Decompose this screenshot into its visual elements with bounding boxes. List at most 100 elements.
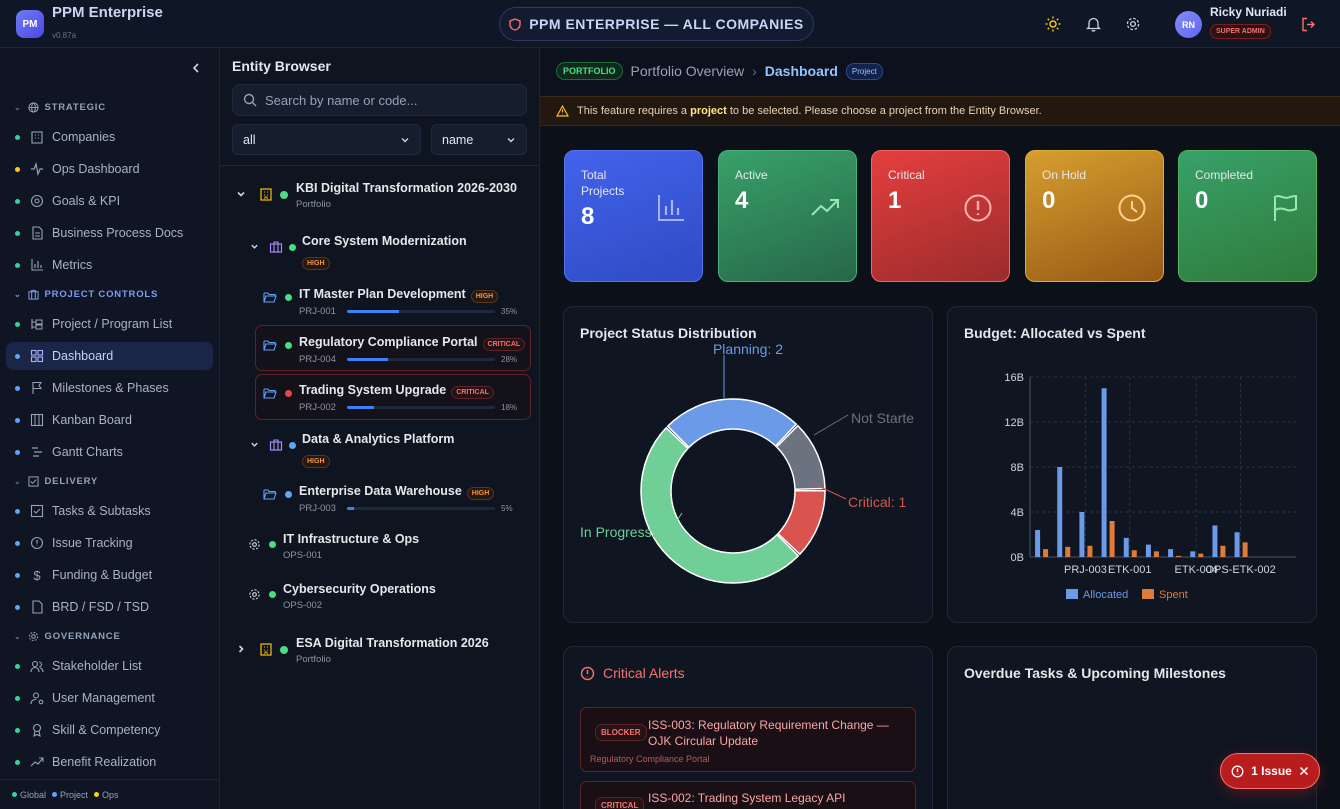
tree-item-portfolio[interactable]: ESA Digital Transformation 2026 Portfolio: [236, 636, 489, 665]
chevron-right-icon: ›: [752, 63, 757, 79]
folder-open-icon: [263, 489, 277, 500]
users-icon: [30, 660, 44, 673]
alert-project: Regulatory Compliance Portal: [590, 754, 710, 764]
sidebar-item-companies[interactable]: Companies: [6, 123, 213, 151]
alert-item[interactable]: CRITICAL ISS-002: Trading System Legacy …: [580, 781, 916, 809]
warning-text-pre: This feature requires a: [577, 105, 691, 117]
breadcrumb-portfolio-badge[interactable]: PORTFOLIO: [556, 62, 623, 80]
chevron-down-icon: [237, 191, 245, 197]
search-input[interactable]: [265, 92, 505, 108]
sort-select[interactable]: name: [431, 124, 527, 155]
project-code: PRJ-002: [299, 402, 336, 413]
section-governance[interactable]: ⌄ GOVERNANCE: [14, 631, 121, 642]
sidebar-item-skill-competency[interactable]: Skill & Competency: [6, 716, 213, 744]
section-strategic[interactable]: ⌄ STRATEGIC: [14, 102, 106, 113]
project-code: PRJ-001: [299, 306, 336, 317]
scope-dot-project: [15, 353, 20, 359]
sidebar-item-milestones[interactable]: Milestones & Phases: [6, 374, 213, 402]
stat-card-critical[interactable]: Critical 1: [871, 150, 1010, 282]
bar-allocated: [1145, 544, 1151, 557]
budget-panel: Budget: Allocated vs Spent 0B 4B 8B 12B 16B P…: [947, 306, 1317, 623]
tree-item-name: IT Infrastructure & Ops: [283, 532, 420, 546]
bar-allocated: [1123, 537, 1129, 557]
tree-item-name: Cybersecurity Operations: [283, 582, 436, 596]
sidebar-item-issue-tracking[interactable]: Issue Tracking: [6, 529, 213, 557]
sidebar-item-stakeholder-list[interactable]: Stakeholder List: [6, 652, 213, 680]
sidebar-item-ops-dashboard[interactable]: Ops Dashboard: [6, 155, 213, 183]
bell-icon[interactable]: [1083, 14, 1103, 34]
tree-item-name: Enterprise Data Warehouse: [299, 484, 462, 498]
x-tick-label: OPS-ETK-002: [1205, 564, 1275, 576]
bar-allocated: [1234, 532, 1240, 557]
alert-circle-icon: [1231, 765, 1244, 777]
breadcrumb-parent[interactable]: Portfolio Overview: [631, 63, 745, 79]
bar-allocated: [1079, 512, 1085, 557]
type-filter-select[interactable]: all: [232, 124, 421, 155]
sidebar-item-brd-fsd-tsd[interactable]: BRD / FSD / TSD: [6, 593, 213, 621]
tree-item-program[interactable]: Core System Modernization HIGH: [250, 234, 467, 270]
issue-toast[interactable]: 1 Issue: [1220, 753, 1320, 789]
priority-badge: CRITICAL: [482, 338, 526, 351]
scope-dot-global: [15, 727, 20, 733]
collapse-sidebar-icon[interactable]: [190, 62, 202, 77]
section-project-controls[interactable]: ⌄ PROJECT CONTROLS: [14, 289, 158, 300]
folder-open-icon: [263, 388, 277, 399]
user-avatar[interactable]: RN: [1175, 11, 1202, 38]
sidebar-item-metrics[interactable]: Metrics: [6, 251, 213, 279]
sun-icon[interactable]: [1043, 14, 1063, 34]
sidebar-item-business-process-docs[interactable]: Business Process Docs: [6, 219, 213, 247]
tree-item-name: Trading System Upgrade: [299, 383, 447, 397]
tree-item-ops[interactable]: IT Infrastructure & Ops OPS-001: [248, 532, 419, 561]
status-dot: [280, 191, 288, 199]
sidebar-item-user-management[interactable]: User Management: [6, 684, 213, 712]
stat-card-total[interactable]: Total Projects 8: [564, 150, 703, 282]
section-delivery[interactable]: ⌄ DELIVERY: [14, 476, 98, 487]
tree-item-program[interactable]: Data & Analytics Platform HIGH: [250, 432, 454, 468]
tree-item-name: KBI Digital Transformation 2026-2030: [296, 181, 517, 195]
app-logo[interactable]: PM: [16, 10, 44, 38]
close-icon[interactable]: [1299, 766, 1309, 776]
bar-spent: [1198, 553, 1204, 557]
progress-fill: [347, 358, 389, 361]
tree-item-project[interactable]: Enterprise Data Warehouse HIGH PRJ-003 5%: [263, 483, 513, 514]
divider: [220, 165, 539, 166]
tree-item-project[interactable]: IT Master Plan Development HIGH PRJ-001 35…: [263, 286, 517, 317]
scope-dot-project: [15, 540, 20, 546]
sidebar-item-funding-budget[interactable]: $ Funding & Budget: [6, 561, 213, 589]
bar-allocated: [1190, 551, 1196, 557]
bar-allocated: [1035, 530, 1041, 557]
gantt-icon: [32, 447, 42, 457]
tree-item-name: IT Master Plan Development: [299, 287, 466, 301]
sidebar-item-label: Metrics: [52, 258, 93, 272]
sidebar-item-kanban[interactable]: Kanban Board: [6, 406, 213, 434]
tree-item-project[interactable]: Regulatory Compliance Portal CRITICAL PRJ…: [263, 334, 526, 365]
sidebar-item-project-program-list[interactable]: Project / Program List: [6, 310, 213, 338]
sidebar-item-dashboard[interactable]: Dashboard: [6, 342, 213, 370]
stat-card-completed[interactable]: Completed 0: [1178, 150, 1317, 282]
sort-value: name: [442, 132, 474, 147]
gear-icon[interactable]: [1123, 14, 1143, 34]
company-context-pill[interactable]: PPM ENTERPRISE — ALL COMPANIES: [499, 7, 814, 41]
tree-item-portfolio[interactable]: KBI Digital Transformation 2026-2030 Port…: [236, 181, 517, 210]
sidebar-item-goals-kpi[interactable]: Goals & KPI: [6, 187, 213, 215]
status-dot: [269, 541, 276, 548]
entity-search[interactable]: [232, 84, 527, 116]
alert-item[interactable]: BLOCKER ISS-003: Regulatory Requirement …: [580, 707, 916, 772]
logout-icon[interactable]: [1298, 14, 1318, 34]
section-label: STRATEGIC: [44, 102, 106, 113]
project-code: PRJ-004: [299, 354, 336, 365]
alerts-title: Critical Alerts: [580, 665, 685, 681]
legend-dot: [52, 792, 58, 797]
warning-text-strong: project: [690, 105, 727, 117]
tree-item-project[interactable]: Trading System Upgrade CRITICAL PRJ-002 18…: [263, 382, 517, 413]
target-icon: [30, 194, 44, 208]
sidebar-item-label: Skill & Competency: [52, 723, 161, 737]
sidebar-item-gantt[interactable]: Gantt Charts: [6, 438, 213, 466]
gear-icon: [249, 539, 260, 550]
sidebar-item-benefit-realization[interactable]: Benefit Realization: [6, 748, 213, 776]
stat-card-on-hold[interactable]: On Hold 0: [1025, 150, 1164, 282]
user-name: Ricky Nuriadi: [1210, 5, 1287, 19]
sidebar-item-tasks[interactable]: Tasks & Subtasks: [6, 497, 213, 525]
tree-item-ops[interactable]: Cybersecurity Operations OPS-002: [248, 582, 436, 611]
stat-card-active[interactable]: Active 4: [718, 150, 857, 282]
